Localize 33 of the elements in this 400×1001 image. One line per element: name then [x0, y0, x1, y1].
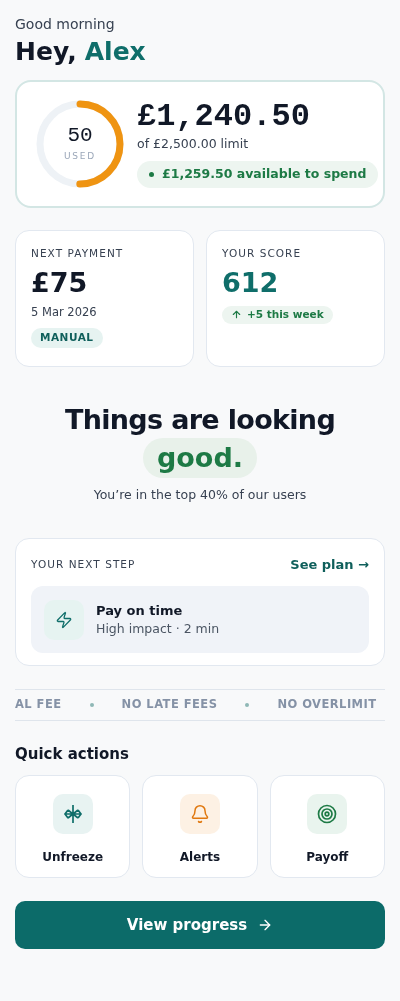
- manual-badge: MANUAL: [31, 328, 103, 348]
- headline-subtitle: You’re in the top 40% of our users: [93, 486, 307, 504]
- section-title: Quick actions: [15, 743, 130, 765]
- score-value: 612: [222, 266, 279, 300]
- card-label: NEXT PAYMENT: [31, 246, 124, 262]
- task-detail: High impact · 2 min: [96, 620, 220, 639]
- greeting-prefix: Hey,: [15, 36, 77, 68]
- view-progress-button[interactable]: View progress: [15, 901, 385, 950]
- usage-percent: 50: [67, 125, 93, 146]
- balance-amount: £1,240.50: [137, 100, 311, 133]
- user-name: Alex: [84, 36, 146, 68]
- headline: Things are looking: [64, 403, 336, 437]
- task-row[interactable]: Pay on time High impact · 2 min: [31, 586, 369, 654]
- greeting: Good morning: [15, 15, 116, 34]
- lightning-icon: [55, 610, 73, 629]
- quick-action-button[interactable]: Alerts: [142, 775, 258, 879]
- headline-highlight: good.: [143, 438, 257, 478]
- available-amount: £1,259.50 available to spend: [162, 165, 367, 184]
- score-change: +5 this week: [247, 306, 324, 322]
- see-plan-link[interactable]: See plan →: [290, 554, 369, 575]
- quick-action-button[interactable]: Payoff: [269, 775, 385, 879]
- quick-action-button[interactable]: Unfreeze: [15, 775, 131, 879]
- card-label: YOUR SCORE: [222, 246, 302, 262]
- perk-label: NO OVERLIMIT: [277, 696, 377, 714]
- arrow-up-icon: [231, 309, 242, 321]
- perk-label: AL FEE: [15, 696, 62, 714]
- payment-amount: £75: [31, 266, 88, 300]
- usage-caption: USED: [63, 150, 97, 163]
- perk-label: NO LATE FEES: [121, 696, 218, 714]
- section-label: YOUR NEXT STEP: [31, 556, 136, 572]
- task-title: Pay on time: [96, 601, 184, 620]
- payment-date: 5 Mar 2026: [31, 303, 97, 321]
- credit-limit: of £2,500.00 limit: [137, 134, 250, 153]
